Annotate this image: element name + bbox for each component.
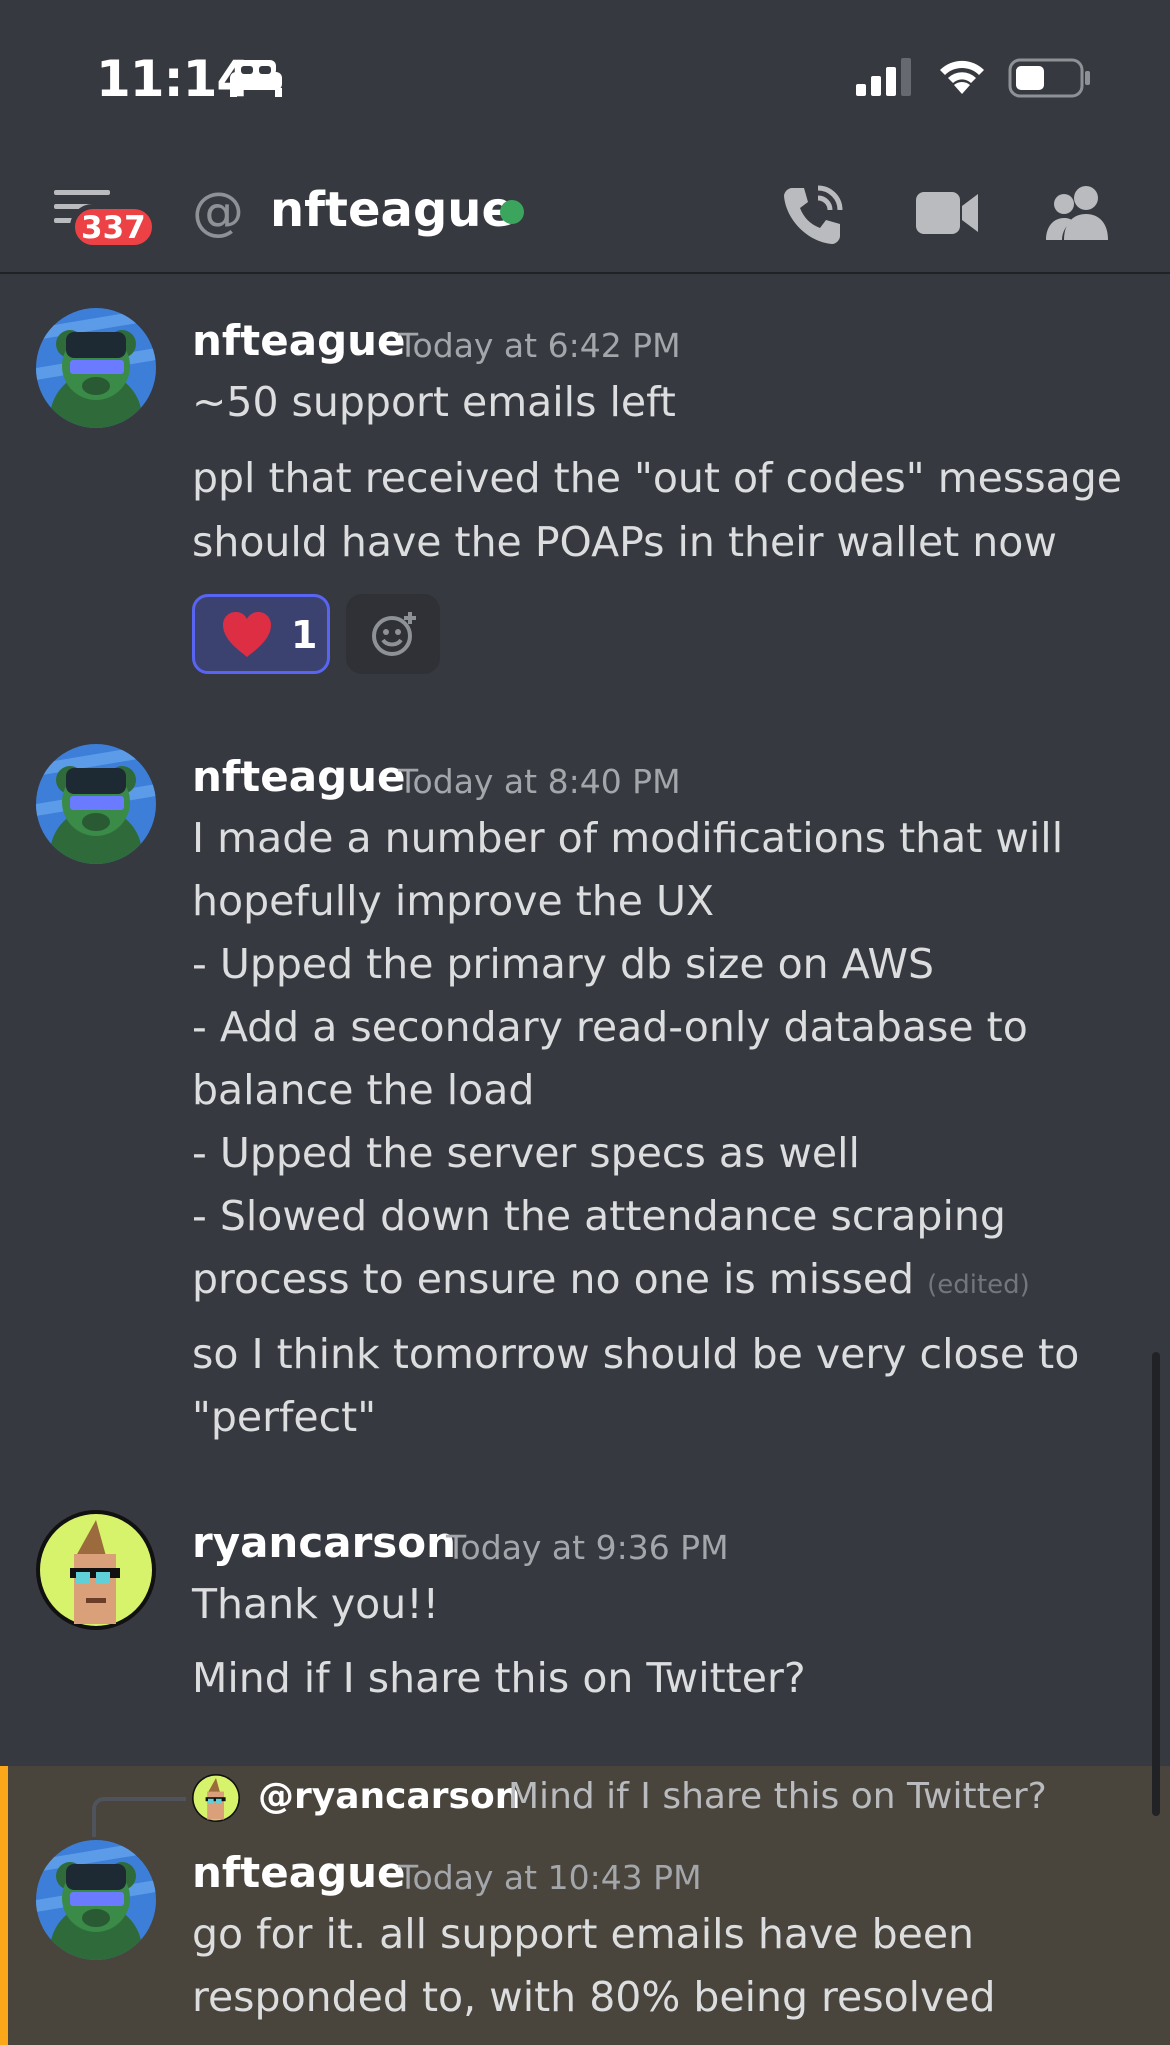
message-text: balance the load bbox=[192, 1066, 535, 1114]
message-text: - Upped the server specs as well bbox=[192, 1129, 860, 1177]
message-text: Thank you!! bbox=[192, 1580, 440, 1628]
heart-reaction-button[interactable]: 1 bbox=[192, 594, 330, 674]
message-username[interactable]: ryancarson bbox=[192, 1518, 456, 1567]
message-username[interactable]: nfteague bbox=[192, 752, 406, 801]
avatar-nfteague[interactable] bbox=[36, 744, 156, 864]
message-username[interactable]: nfteague bbox=[192, 1848, 406, 1897]
message-text: ppl that received the "out of codes" mes… bbox=[192, 454, 1122, 502]
members-icon[interactable] bbox=[1046, 182, 1110, 242]
message-timestamp: Today at 8:40 PM bbox=[398, 762, 681, 801]
bear-avatar-icon bbox=[36, 1840, 156, 1960]
cellular-signal-icon bbox=[856, 58, 911, 96]
message-text: go for it. all support emails have been bbox=[192, 1910, 975, 1958]
add-emoji-icon bbox=[372, 612, 416, 656]
scrollbar[interactable] bbox=[1152, 1352, 1160, 1816]
message-text: process to ensure no one is missed (edit… bbox=[192, 1255, 1030, 1303]
message-text-span: process to ensure no one is missed bbox=[192, 1255, 915, 1303]
battery-icon bbox=[1008, 58, 1090, 98]
message-username[interactable]: nfteague bbox=[192, 316, 406, 365]
avatar-ryancarson[interactable] bbox=[36, 1510, 156, 1630]
phone-call-icon[interactable] bbox=[780, 182, 846, 248]
dm-at-icon: @ bbox=[192, 182, 244, 242]
message-text: should have the POAPs in their wallet no… bbox=[192, 518, 1057, 566]
reply-connector bbox=[92, 1797, 186, 1837]
message-timestamp: Today at 9:36 PM bbox=[446, 1528, 729, 1567]
message-text: - Upped the primary db size on AWS bbox=[192, 940, 935, 988]
channel-header: 337 @ nfteague bbox=[0, 160, 1170, 274]
message-timestamp: Today at 6:42 PM bbox=[398, 326, 681, 365]
message-text: "perfect" bbox=[192, 1393, 377, 1441]
reply-preview-text[interactable]: Mind if I share this on Twitter? bbox=[508, 1776, 1047, 1817]
video-call-icon[interactable] bbox=[914, 188, 980, 238]
add-reaction-button[interactable] bbox=[346, 594, 440, 674]
message-text: so I think tomorrow should be very close… bbox=[192, 1330, 1080, 1378]
punk-avatar-icon bbox=[192, 1774, 240, 1822]
reaction-count: 1 bbox=[291, 613, 318, 657]
online-status-indicator bbox=[500, 200, 524, 224]
bear-avatar-icon bbox=[36, 744, 156, 864]
reply-mention[interactable]: @ryancarson bbox=[258, 1776, 520, 1817]
message-text: responded to, with 80% being resolved bbox=[192, 1973, 996, 2021]
message-text: I made a number of modifications that wi… bbox=[192, 814, 1064, 862]
channel-title[interactable]: nfteague bbox=[270, 182, 514, 238]
message-text: Mind if I share this on Twitter? bbox=[192, 1654, 806, 1702]
message-text: ~50 support emails left bbox=[192, 378, 676, 426]
message-text: - Add a secondary read-only database to bbox=[192, 1003, 1028, 1051]
message-text: hopefully improve the UX bbox=[192, 877, 715, 925]
wifi-icon bbox=[940, 60, 984, 94]
avatar-nfteague[interactable] bbox=[36, 1840, 156, 1960]
punk-avatar-icon bbox=[36, 1510, 156, 1630]
bed-sleep-focus-icon bbox=[230, 60, 282, 97]
message-timestamp: Today at 10:43 PM bbox=[398, 1858, 702, 1897]
status-bar: 11:14 bbox=[0, 0, 1170, 160]
edited-label: (edited) bbox=[927, 1270, 1030, 1300]
unread-badge[interactable]: 337 bbox=[70, 204, 157, 250]
message-text: - Slowed down the attendance scraping bbox=[192, 1192, 1006, 1240]
bear-avatar-icon bbox=[36, 308, 156, 428]
reply-avatar[interactable] bbox=[192, 1774, 240, 1822]
avatar-nfteague[interactable] bbox=[36, 308, 156, 428]
heart-emoji-icon bbox=[223, 612, 271, 657]
